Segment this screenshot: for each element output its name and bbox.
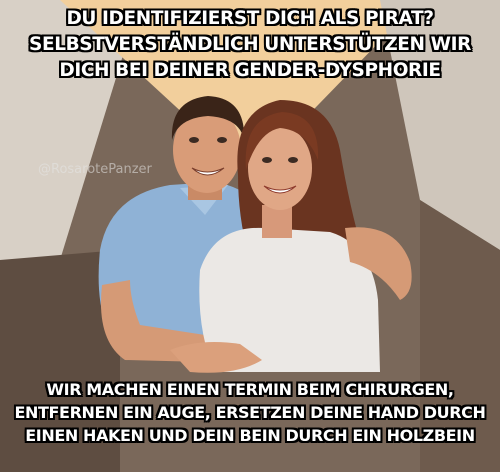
- top-caption: DU IDENTIFIZIERST DICH ALS PIRAT? SELBST…: [0, 6, 500, 84]
- woman-eye-right: [288, 157, 298, 163]
- man-eye-left: [189, 137, 199, 143]
- bottom-caption-line-3: EINEN HAKEN UND DEIN BEIN DURCH EIN HOLZ…: [25, 426, 475, 445]
- bottom-caption: WIR MACHEN EINEN TERMIN BEIM CHIRURGEN, …: [0, 378, 500, 447]
- woman-neck: [262, 205, 292, 238]
- bottom-caption-line-2: ENTFERNEN EIN AUGE, ERSETZEN DEINE HAND …: [14, 403, 486, 422]
- top-caption-line-1: DU IDENTIFIZIERST DICH ALS PIRAT?: [66, 8, 434, 29]
- top-caption-line-3: DICH BEI DEINER GENDER-DYSPHORIE: [59, 60, 441, 81]
- woman-eye-left: [262, 157, 272, 163]
- watermark: @RosarotePanzer: [38, 162, 152, 177]
- meme-image: @RosarotePanzer DU IDENTIFIZIERST DICH A…: [0, 0, 500, 472]
- top-caption-line-2: SELBSTVERSTÄNDLICH UNTERSTÜTZEN WIR: [29, 34, 471, 55]
- bottom-caption-line-1: WIR MACHEN EINEN TERMIN BEIM CHIRURGEN,: [46, 380, 454, 399]
- man-eye-right: [217, 137, 227, 143]
